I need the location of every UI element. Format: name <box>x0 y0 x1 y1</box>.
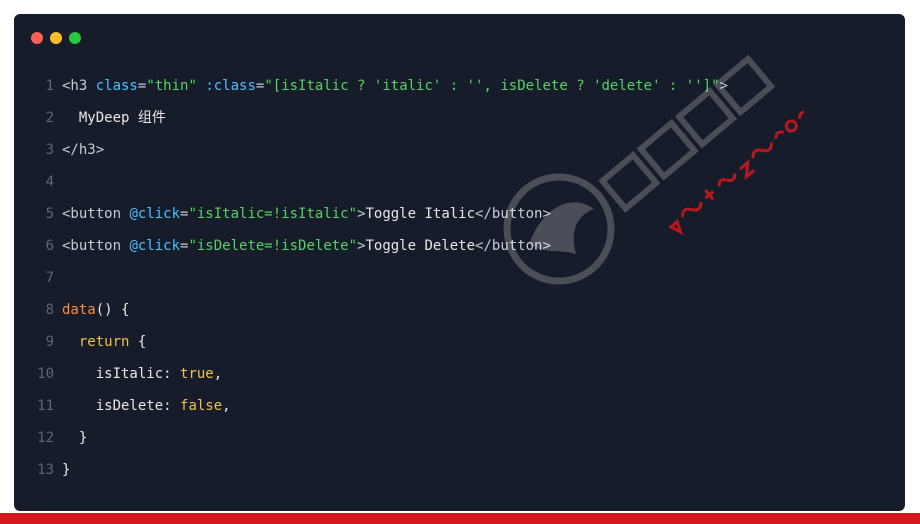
code-token: isDelete: <box>62 398 181 414</box>
line-content: isDelete: false, <box>62 390 231 422</box>
code-token: "isDelete=!isDelete" <box>188 238 358 254</box>
line-number: 7 <box>45 270 54 286</box>
code-token: <h3 <box>62 78 96 94</box>
line-content: return { <box>62 326 146 358</box>
line-content: data() { <box>62 294 129 326</box>
line-content: <button @click="isItalic=!isItalic">Togg… <box>62 198 551 230</box>
line-content: } <box>62 430 88 446</box>
code-token: @click <box>129 206 181 222</box>
code-token: <button <box>62 238 130 254</box>
window-controls <box>31 32 81 44</box>
line-number: 5 <box>45 206 54 222</box>
close-dot-icon[interactable] <box>31 32 43 44</box>
code-token: { <box>129 334 147 350</box>
line-content: </h3> <box>62 142 105 158</box>
line-number: 8 <box>45 302 54 318</box>
code-token: data <box>62 302 96 318</box>
code-line: 11 isDelete: false, <box>14 390 905 422</box>
line-number: 12 <box>37 430 54 446</box>
line-number: 3 <box>45 142 54 158</box>
code-token: "thin" <box>146 78 197 94</box>
code-token: Toggle Italic <box>365 206 476 222</box>
code-window: 1 <h3 class="thin" :class="[isItalic ? '… <box>14 14 905 511</box>
code-line: 4 <box>14 166 905 198</box>
footer-accent-bar <box>0 513 920 524</box>
line-number: 9 <box>45 334 54 350</box>
line-number: 13 <box>37 462 54 478</box>
line-number: 4 <box>45 174 54 190</box>
code-token: </button> <box>475 238 551 254</box>
line-content: <button @click="isDelete=!isDelete">Togg… <box>62 230 551 262</box>
code-line: 5 <button @click="isItalic=!isItalic">To… <box>14 198 905 230</box>
code-token: </button> <box>475 206 551 222</box>
code-block: 1 <h3 class="thin" :class="[isItalic ? '… <box>14 70 905 486</box>
line-number: 1 <box>45 78 54 94</box>
line-content: <h3 class="thin" :class="[isItalic ? 'it… <box>62 70 728 102</box>
code-line: 3 </h3> <box>14 134 905 166</box>
minimize-dot-icon[interactable] <box>50 32 62 44</box>
code-token: "[isItalic ? 'italic' : '', isDelete ? '… <box>264 78 720 94</box>
line-number: 11 <box>37 398 54 414</box>
code-line: 7 <box>14 262 905 294</box>
code-line: 6 <button @click="isDelete=!isDelete">To… <box>14 230 905 262</box>
code-token: false <box>180 398 223 414</box>
code-token: @click <box>129 238 181 254</box>
line-number: 2 <box>45 110 54 126</box>
maximize-dot-icon[interactable] <box>69 32 81 44</box>
code-line: 2 MyDeep 组件 <box>14 102 905 134</box>
code-line: 10 isItalic: true, <box>14 358 905 390</box>
code-line: 12 } <box>14 422 905 454</box>
code-token: :class <box>205 78 256 94</box>
code-token: () { <box>95 302 130 318</box>
code-line: 9 return { <box>14 326 905 358</box>
code-token: , <box>222 398 231 414</box>
code-token: isItalic: <box>62 366 181 382</box>
code-line: 8 data() { <box>14 294 905 326</box>
line-number: 6 <box>45 238 54 254</box>
line-content: MyDeep 组件 <box>62 110 166 126</box>
code-token: > <box>719 78 728 94</box>
code-token: <button <box>62 206 130 222</box>
code-line: 1 <h3 class="thin" :class="[isItalic ? '… <box>14 70 905 102</box>
code-token: true <box>180 366 214 382</box>
line-number: 10 <box>37 366 54 382</box>
line-content: } <box>62 462 71 478</box>
line-content: isItalic: true, <box>62 358 222 390</box>
code-token: return <box>62 334 130 350</box>
code-token: , <box>213 366 223 382</box>
code-token: class <box>95 78 138 94</box>
code-line: 13 } <box>14 454 905 486</box>
code-token: Toggle Delete <box>365 238 476 254</box>
code-token: "isItalic=!isItalic" <box>188 206 358 222</box>
